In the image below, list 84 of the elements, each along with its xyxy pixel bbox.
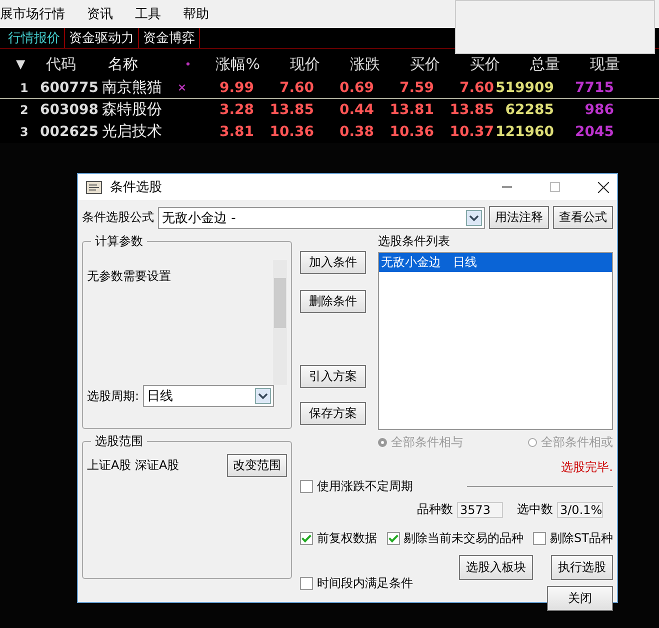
dialog-button[interactable]: 加入条件: [300, 251, 366, 274]
table-cell-text: 森特股份: [101, 100, 163, 119]
checkbox[interactable]: 使用涨跌不定周期: [300, 478, 413, 495]
column-header[interactable]: 涨幅%: [200, 54, 260, 74]
window-title: 条件选股: [110, 179, 162, 196]
list-item[interactable]: 无敌小金边 日线: [379, 253, 612, 272]
table-cell-text: 13.85: [448, 102, 494, 118]
table-cell-text: 9.99: [218, 80, 254, 96]
column-header[interactable]: 涨跌: [320, 54, 380, 74]
range-text: 上证A股 深证A股: [87, 457, 180, 474]
count-label: 品种数: [417, 501, 453, 518]
column-header[interactable]: 名称: [104, 54, 176, 74]
checkbox[interactable]: 前复权数据: [300, 530, 377, 547]
table-cell-text: 7.60: [278, 80, 314, 96]
dialog-button[interactable]: 执行选股: [551, 555, 613, 580]
count-label: 选中数: [517, 501, 553, 518]
table-cell-text: 7.60: [458, 80, 494, 96]
table-cell-text: 986: [584, 102, 614, 118]
menu-item[interactable]: 工具: [135, 5, 161, 23]
menu-item[interactable]: 展市场行情: [0, 5, 65, 23]
column-header[interactable]: 买价: [440, 54, 500, 74]
table-cell-text: 0.38: [338, 124, 374, 140]
table-cell-text: 603098: [39, 102, 98, 118]
row-number: 3: [19, 124, 30, 138]
row-number: 2: [19, 102, 30, 116]
table-cell-text: 2045: [574, 124, 614, 140]
group-title: 选股范围: [94, 433, 144, 450]
table-cell-text: 62285: [504, 102, 554, 118]
market-tab[interactable]: 资金博弈: [139, 28, 200, 48]
dialog-button[interactable]: 保存方案: [300, 402, 366, 425]
dialog-button[interactable]: 选股入板块: [459, 555, 533, 580]
table-cell-text: 13.85: [268, 102, 314, 118]
count-field: 3573: [457, 502, 503, 518]
column-header[interactable]: ▼: [0, 57, 40, 71]
dialog-button[interactable]: 关闭: [547, 586, 613, 611]
table-cell-text: 0.44: [338, 102, 374, 118]
table-cell-text: 南京熊猫: [101, 78, 163, 97]
table-cell-text: 光启技术: [101, 122, 163, 141]
checkbox[interactable]: 时间段内满足条件: [300, 555, 413, 611]
table-cell-text: 121960: [494, 124, 554, 140]
checkbox[interactable]: 剔除当前未交易的品种: [386, 530, 524, 547]
table-cell-text: 002625: [39, 124, 98, 140]
menu-item[interactable]: 帮助: [183, 5, 209, 23]
menu-item[interactable]: 资讯: [87, 5, 113, 23]
group-title: 计算参数: [94, 233, 144, 250]
period-label: 选股周期:: [87, 388, 140, 404]
formula-dropdown[interactable]: 无敌小金边 -: [158, 206, 485, 228]
status-text: 选股完毕.: [560, 459, 613, 476]
dialog-button[interactable]: 引入方案: [300, 365, 366, 388]
column-header[interactable]: •: [176, 58, 200, 70]
list-label: 选股条件列表: [378, 233, 451, 250]
scrollbar[interactable]: [273, 260, 287, 385]
dialog-button[interactable]: 删除条件: [300, 290, 366, 313]
table-cell-text: 10.36: [388, 124, 434, 140]
formula-label: 条件选股公式: [82, 209, 154, 226]
market-tab[interactable]: 资金驱动力: [65, 28, 139, 48]
row-number: 1: [19, 80, 30, 94]
change-range-button[interactable]: 改变范围: [227, 454, 287, 477]
maximize-icon: [550, 182, 560, 192]
table-cell-text: 7715: [574, 80, 614, 96]
table-cell-text: 7.59: [398, 80, 434, 96]
params-text: 无参数需要设置: [87, 268, 171, 285]
dialog-button[interactable]: 用法注释: [489, 206, 549, 229]
close-icon[interactable]: [598, 182, 609, 192]
period-dropdown[interactable]: 日线: [143, 385, 274, 407]
column-header[interactable]: 现量: [560, 54, 620, 74]
dialog-button[interactable]: 查看公式: [553, 206, 613, 229]
table-cell-text: 519909: [494, 80, 554, 96]
table-cell-text: ×: [176, 81, 188, 94]
table-cell-text: 10.36: [268, 124, 314, 140]
checkbox[interactable]: 剔除ST品种: [533, 530, 613, 547]
table-cell-text: 13.81: [388, 102, 434, 118]
market-tab[interactable]: 行情报价: [4, 28, 65, 48]
table-cell-text: 3.81: [218, 124, 254, 140]
column-header[interactable]: 买价: [380, 54, 440, 74]
column-header[interactable]: 总量: [500, 54, 560, 74]
window-icon: [86, 180, 102, 194]
table-cell-text: 600775: [39, 80, 98, 96]
table-cell-text: 10.37: [448, 124, 494, 140]
count-field: 3/0.1%: [557, 502, 603, 518]
column-header[interactable]: 现价: [260, 54, 320, 74]
column-header[interactable]: 代码: [40, 54, 104, 74]
table-cell-text: 3.28: [218, 102, 254, 118]
table-cell-text: 0.69: [338, 80, 374, 96]
